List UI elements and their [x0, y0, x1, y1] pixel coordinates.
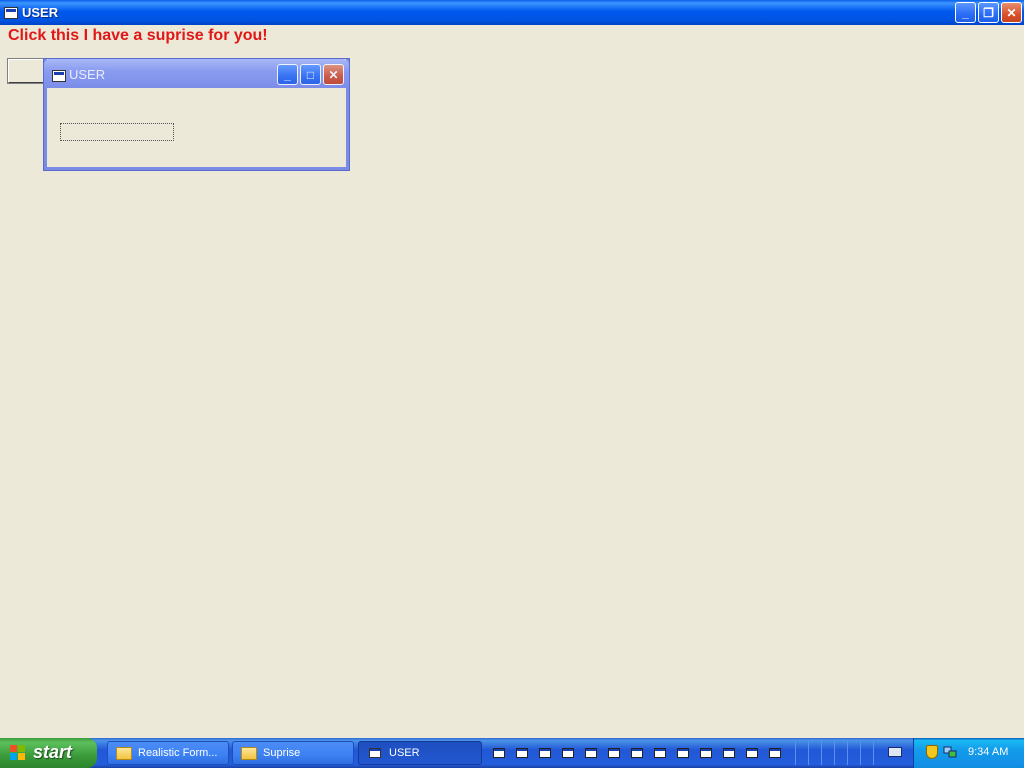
network-icon[interactable] — [943, 746, 957, 758]
start-button[interactable]: start — [0, 738, 97, 768]
taskbar-app-icon[interactable] — [514, 745, 530, 761]
taskbar-divider — [847, 741, 848, 765]
app-window-icon — [562, 748, 574, 758]
keyboard-language-icon[interactable] — [888, 747, 902, 757]
app-window-icon — [585, 748, 597, 758]
taskbar-divider — [873, 741, 874, 765]
restore-button[interactable]: ❐ — [978, 2, 999, 23]
taskbar-app-icon[interactable] — [767, 745, 783, 761]
minimize-button[interactable]: _ — [955, 2, 976, 23]
taskbar-app-icon[interactable] — [491, 745, 507, 761]
user-dialog: USER _ □ ✕ — [44, 59, 349, 170]
taskbar-app-icon[interactable] — [606, 745, 622, 761]
security-shield-icon[interactable] — [926, 745, 938, 759]
windows-logo-icon — [10, 745, 26, 761]
maximize-icon: □ — [306, 67, 315, 82]
main-window-title: USER — [22, 5, 59, 20]
app-window-icon — [746, 748, 758, 758]
main-title-bar[interactable]: USER _ ❐ ✕ — [0, 0, 1024, 25]
app-window-icon — [369, 748, 381, 758]
taskbar-app-icon[interactable] — [744, 745, 760, 761]
dialog-maximize-button[interactable]: □ — [300, 64, 321, 85]
taskbar-item-label: Realistic Form... — [138, 747, 218, 759]
surprise-label: Click this I have a suprise for you! — [8, 27, 268, 44]
app-window-icon — [654, 748, 666, 758]
close-icon: ✕ — [1006, 5, 1017, 20]
minimize-icon: _ — [284, 67, 291, 82]
taskbar-app-icon[interactable] — [721, 745, 737, 761]
minimize-icon: _ — [962, 5, 969, 20]
taskbar-divider — [834, 741, 835, 765]
taskbar-app-icon[interactable] — [675, 745, 691, 761]
system-tray: 9:34 AM — [913, 738, 1024, 768]
start-label: start — [33, 742, 73, 762]
taskbar-app-icon[interactable] — [652, 745, 668, 761]
app-window-icon — [539, 748, 551, 758]
dialog-title-bar[interactable]: USER _ □ ✕ — [44, 59, 349, 88]
taskbar-item-label: Suprise — [263, 747, 301, 759]
taskbar-divider — [821, 741, 822, 765]
dialog-title: USER — [69, 67, 106, 82]
clock[interactable]: 9:34 AM — [968, 746, 1008, 758]
taskbar-app-icon[interactable] — [698, 745, 714, 761]
dialog-minimize-button[interactable]: _ — [277, 64, 298, 85]
app-window-icon — [677, 748, 689, 758]
taskbar-item-user[interactable]: USER — [358, 741, 482, 765]
taskbar-app-icon[interactable] — [560, 745, 576, 761]
dialog-text-field[interactable] — [60, 123, 174, 141]
app-window-icon — [631, 748, 643, 758]
folder-icon — [116, 746, 132, 760]
taskbar-app-icon[interactable] — [583, 745, 599, 761]
taskbar-app-icon[interactable] — [629, 745, 645, 761]
dialog-close-button[interactable]: ✕ — [323, 64, 344, 85]
app-window-icon — [769, 748, 781, 758]
app-window-icon — [700, 748, 712, 758]
taskbar-item-realistic-form[interactable]: Realistic Form... — [107, 741, 229, 765]
close-icon: ✕ — [328, 67, 339, 82]
app-window-icon — [493, 748, 505, 758]
app-window-icon — [516, 748, 528, 758]
taskbar-app-icon[interactable] — [537, 745, 553, 761]
taskbar-divider — [795, 741, 796, 765]
taskbar-divider — [860, 741, 861, 765]
app-window-icon — [52, 70, 66, 82]
taskbar-item-suprise[interactable]: Suprise — [232, 741, 354, 765]
taskbar-divider — [808, 741, 809, 765]
close-button[interactable]: ✕ — [1001, 2, 1022, 23]
folder-icon — [241, 746, 257, 760]
app-window-icon — [723, 748, 735, 758]
app-window-icon — [608, 748, 620, 758]
taskbar: start Realistic Form... Suprise USER 9:3… — [0, 738, 1024, 768]
app-window-icon — [4, 7, 18, 19]
taskbar-item-label: USER — [389, 747, 420, 759]
surprise-button[interactable] — [7, 58, 49, 84]
restore-icon: ❐ — [983, 5, 994, 20]
